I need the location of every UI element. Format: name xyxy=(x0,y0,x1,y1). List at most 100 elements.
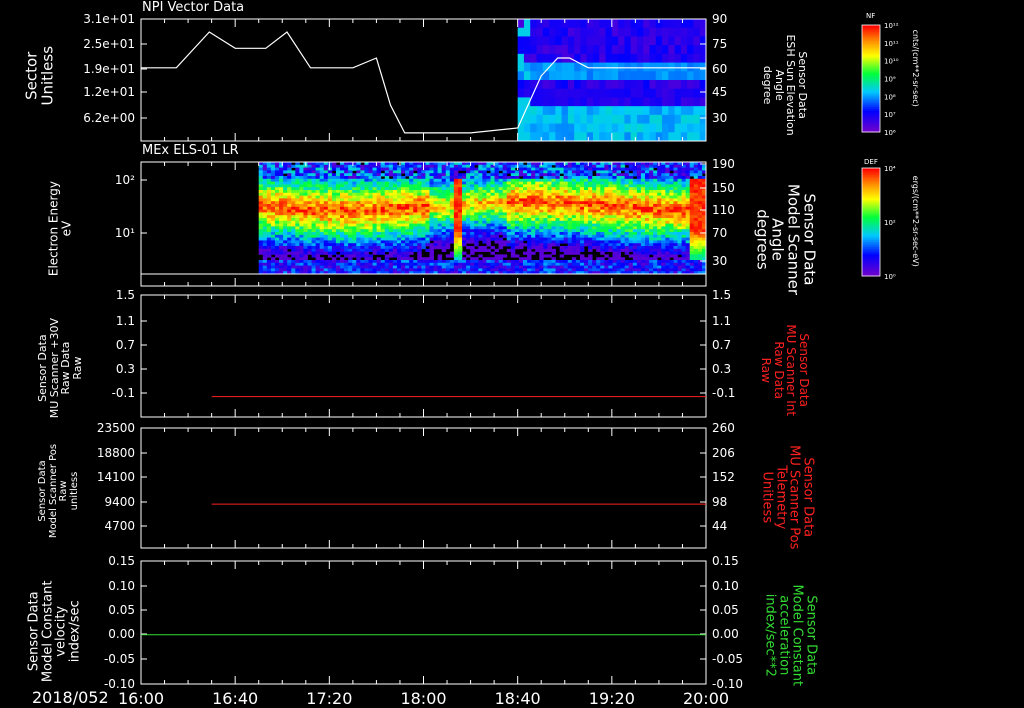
spectrogram-cell xyxy=(258,246,264,250)
spectrogram-cell xyxy=(523,257,528,261)
left-tick-label: 0.7 xyxy=(116,338,135,352)
spectrogram-cell xyxy=(262,260,268,264)
spectrogram-cell xyxy=(311,164,317,168)
spectrogram-cell xyxy=(673,218,678,222)
spectrogram-cell xyxy=(274,173,280,177)
spectrogram-cell xyxy=(478,262,483,266)
spectrogram-cell xyxy=(405,240,410,244)
spectrogram-cell xyxy=(494,178,500,182)
spectrogram-cell xyxy=(283,218,288,222)
spectrogram-cell xyxy=(618,123,625,133)
spectrogram-cell xyxy=(523,195,528,199)
spectrogram-cell xyxy=(669,192,674,196)
spectrogram-cell xyxy=(542,123,550,133)
spectrogram-cell xyxy=(364,209,369,213)
spectrogram-cell xyxy=(494,268,500,272)
spectrogram-cell xyxy=(262,257,268,261)
spectrogram-cell xyxy=(555,195,561,199)
right-tick-label: 44 xyxy=(712,519,727,533)
spectrogram-cell xyxy=(661,254,666,258)
spectrogram-cell xyxy=(510,167,516,171)
spectrogram-cell xyxy=(453,206,459,210)
spectrogram-cell xyxy=(368,248,373,252)
spectrogram-cell xyxy=(555,262,561,266)
spectrogram-cell xyxy=(270,232,276,236)
spectrogram-cell xyxy=(413,223,418,227)
spectrogram-cell xyxy=(303,218,308,222)
spectrogram-cell xyxy=(311,176,317,180)
spectrogram-cell xyxy=(474,209,479,213)
spectrogram-cell xyxy=(640,209,646,213)
spectrogram-cell xyxy=(270,262,276,266)
spectrogram-cell xyxy=(441,176,447,180)
spectrogram-cell xyxy=(624,204,630,208)
spectrogram-cell xyxy=(315,248,321,252)
spectrogram-cell xyxy=(376,212,382,216)
spectrogram-cell xyxy=(506,204,512,208)
spectrogram-cell xyxy=(417,215,422,219)
spectrogram-cell xyxy=(384,262,390,266)
spectrogram-cell xyxy=(584,206,589,210)
spectrogram-cell xyxy=(417,257,422,261)
spectrogram-cell xyxy=(567,123,575,133)
spectrogram-cell xyxy=(655,53,663,64)
spectrogram-cell xyxy=(299,240,304,244)
spectrogram-cell xyxy=(315,204,321,208)
spectrogram-cell xyxy=(421,223,426,227)
spectrogram-cell xyxy=(681,167,687,171)
spectrogram-cell xyxy=(287,212,292,216)
spectrogram-cell xyxy=(518,232,524,236)
spectrogram-cell xyxy=(368,226,373,230)
spectrogram-cell xyxy=(685,248,691,252)
spectrogram-cell xyxy=(693,27,701,37)
spectrogram-cell xyxy=(429,170,434,174)
spectrogram-cell xyxy=(457,226,463,230)
spectrogram-cell xyxy=(462,198,467,202)
spectrogram-cell xyxy=(539,226,544,230)
spectrogram-cell xyxy=(624,97,632,107)
spectrogram-cell xyxy=(449,229,455,233)
spectrogram-cell xyxy=(311,262,317,266)
spectrogram-cell xyxy=(445,240,451,244)
spectrogram-cell xyxy=(612,232,617,236)
spectrogram-cell xyxy=(449,220,455,224)
spectrogram-cell xyxy=(274,265,280,269)
spectrogram-cell xyxy=(523,62,531,72)
spectrogram-cell xyxy=(425,223,430,227)
spectrogram-cell xyxy=(592,246,597,250)
spectrogram-cell xyxy=(543,215,548,219)
spectrogram-cell xyxy=(295,192,300,196)
spectrogram-cell xyxy=(514,234,520,238)
spectrogram-cell xyxy=(518,220,524,224)
spectrogram-cell xyxy=(596,234,601,238)
spectrogram-cell xyxy=(624,192,630,196)
spectrogram-cell xyxy=(478,254,483,258)
spectrogram-cell xyxy=(630,19,638,29)
spectrogram-cell xyxy=(567,187,573,191)
spectrogram-cell xyxy=(283,212,288,216)
spectrogram-cell xyxy=(510,220,516,224)
spectrogram-cell xyxy=(270,190,276,194)
spectrogram-cell xyxy=(266,229,272,233)
spectrogram-cell xyxy=(661,173,666,177)
spectrogram-cell xyxy=(368,265,373,269)
spectrogram-cell xyxy=(494,262,500,266)
spectrogram-cell xyxy=(605,53,613,64)
spectrogram-cell xyxy=(559,184,565,188)
spectrogram-cell xyxy=(693,106,701,116)
spectrogram-cell xyxy=(384,234,390,238)
spectrogram-cell xyxy=(457,243,463,247)
spectrogram-cell xyxy=(604,170,609,174)
spectrogram-cell xyxy=(478,170,483,174)
spectrogram-cell xyxy=(445,226,451,230)
spectrogram-cell xyxy=(384,220,390,224)
spectrogram-cell xyxy=(392,240,398,244)
spectrogram-cell xyxy=(266,167,272,171)
spectrogram-cell xyxy=(303,220,308,224)
spectrogram-cell xyxy=(620,234,626,238)
spectrogram-cell xyxy=(388,206,394,210)
spectrogram-cell xyxy=(697,176,703,180)
spectrogram-cell xyxy=(518,265,524,269)
spectrogram-cell xyxy=(331,181,337,185)
spectrogram-cell xyxy=(523,229,528,233)
